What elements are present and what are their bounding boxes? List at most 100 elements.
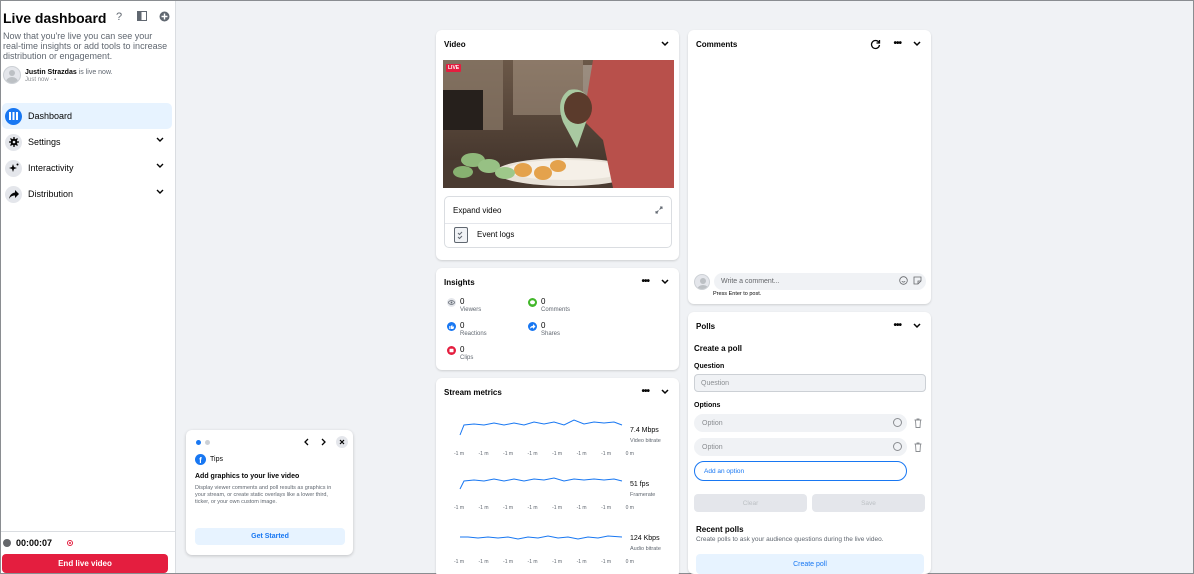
chevron-left-icon[interactable] [300,436,312,448]
live-badge: LIVE [446,64,462,72]
sparkle-icon [5,159,22,177]
time-axis: -1 m -1 m -1 m -1 m -1 m -1 m -1 m 0 m [454,559,634,565]
trash-icon[interactable] [914,442,922,452]
timer-value: 00:00:07 [16,538,53,548]
insights-card: Insights ••• 0 Viewers 0 Comments 0 Reactio… [436,268,679,370]
card-title: Insights [444,278,475,287]
sidebar-item-label: Settings [28,137,61,147]
metric-value: 124 Kbps [630,535,660,542]
dashboard-description: Now that you're live you can see your re… [3,31,168,61]
tips-label: Tips [210,456,223,463]
sparkline [459,419,623,436]
sidebar-item-interactivity[interactable]: Interactivity [2,155,172,181]
sticker-icon[interactable] [913,276,922,285]
save-button[interactable]: Save [812,494,925,512]
share-icon [528,322,537,331]
option-input[interactable]: Option [694,438,907,456]
help-icon[interactable]: ? [113,9,127,23]
metric-value: 0 [460,297,465,306]
share-arrow-icon [5,185,22,203]
sidebar-item-label: Distribution [28,189,74,199]
user-name[interactable]: Justin Strazdas [25,69,77,76]
trash-icon[interactable] [914,418,922,428]
chevron-right-icon[interactable] [318,436,330,448]
metric-viewers: 0 Viewers [447,297,481,314]
card-title: Video [444,40,466,49]
add-icon[interactable] [157,9,171,23]
recording-icon [67,540,73,546]
tick-label: -1 m [478,505,489,511]
clip-icon [447,346,456,355]
create-poll-heading: Create a poll [694,344,743,353]
metric-value: 0 [541,321,546,330]
tips-navigation [300,436,348,448]
broadcaster-info: Justin Strazdas is live now. Just now · … [3,66,113,84]
chevron-down-icon[interactable] [661,41,669,47]
expand-icon[interactable] [655,206,663,214]
question-label: Question [694,363,725,370]
chevron-down-icon[interactable] [913,41,921,47]
check-icon[interactable] [893,418,902,427]
chevron-down-icon[interactable] [913,323,921,329]
tick-label: -1 m [503,505,514,511]
sidebar-item-label: Dashboard [28,111,73,121]
tick-label: -1 m [601,559,612,565]
user-status: is live now. [78,68,113,76]
metric-label: Reactions [460,331,487,337]
time-axis: -1 m -1 m -1 m -1 m -1 m -1 m -1 m 0 m [454,451,634,457]
dashboard-icon [5,107,22,125]
more-options-icon[interactable]: ••• [641,387,649,397]
more-options-icon[interactable]: ••• [893,39,901,49]
sparkline [459,477,623,490]
metric-value: 0 [541,297,546,306]
tick-label: -1 m [601,505,612,511]
sidebar-item-dashboard[interactable]: Dashboard [2,103,172,129]
tick-label: -1 m [576,451,587,457]
comment-composer: Write a comment... [694,273,926,290]
option-input[interactable]: Option [694,414,907,432]
metric-label: Shares [541,331,561,337]
sidebar-item-label: Interactivity [28,163,74,173]
card-title: Comments [696,40,738,49]
question-input[interactable]: Question [694,374,926,392]
chevron-down-icon [156,189,164,194]
option-placeholder: Option [702,443,723,451]
metric-clips: 0 Clips [447,345,473,362]
close-icon[interactable] [336,436,348,448]
more-options-icon[interactable]: ••• [641,277,649,287]
metric-row-framerate: 51 fps Framerate -1 m -1 m -1 m -1 m -1 m -1 … [450,467,670,517]
tick-label: -1 m [552,505,563,511]
refresh-icon[interactable] [870,39,881,50]
expand-video-link[interactable]: Expand video [453,206,501,215]
layout-toggle-icon[interactable] [135,9,149,23]
comment-input[interactable]: Write a comment... [714,273,926,290]
pagination-dots [196,440,210,445]
add-option-button[interactable]: Add an option [694,461,907,481]
chevron-down-icon[interactable] [661,279,669,285]
tick-label: 0 m [625,451,634,457]
create-poll-button[interactable]: Create poll [696,554,924,574]
stream-metrics-card: Stream metrics ••• 7.4 Mbps Video bitrat… [436,378,679,574]
time-axis: -1 m -1 m -1 m -1 m -1 m -1 m -1 m 0 m [454,505,634,511]
comment-placeholder: Write a comment... [721,278,780,285]
get-started-button[interactable]: Get Started [195,528,345,545]
event-logs-link[interactable]: Event logs [477,230,514,239]
svg-text:?: ? [116,11,122,22]
end-live-video-button[interactable]: End live video [2,554,168,573]
sidebar-item-settings[interactable]: Settings [2,129,172,155]
page-title: Live dashboard [3,10,107,26]
more-options-icon[interactable]: ••• [893,321,901,331]
emoji-icon[interactable] [899,276,908,285]
divider [445,223,671,224]
avatar [3,66,21,84]
clear-button[interactable]: Clear [694,494,807,512]
pagination-dot[interactable] [196,440,201,445]
avatar [694,273,710,290]
chevron-down-icon[interactable] [661,389,669,395]
sidebar: Live dashboard ? Now that you're live yo… [1,1,176,573]
pagination-dot[interactable] [205,440,210,445]
sidebar-item-distribution[interactable]: Distribution [2,181,172,207]
video-player[interactable]: LIVE [443,60,674,188]
live-timer: 00:00:07 [3,538,52,548]
check-icon[interactable] [893,442,902,451]
